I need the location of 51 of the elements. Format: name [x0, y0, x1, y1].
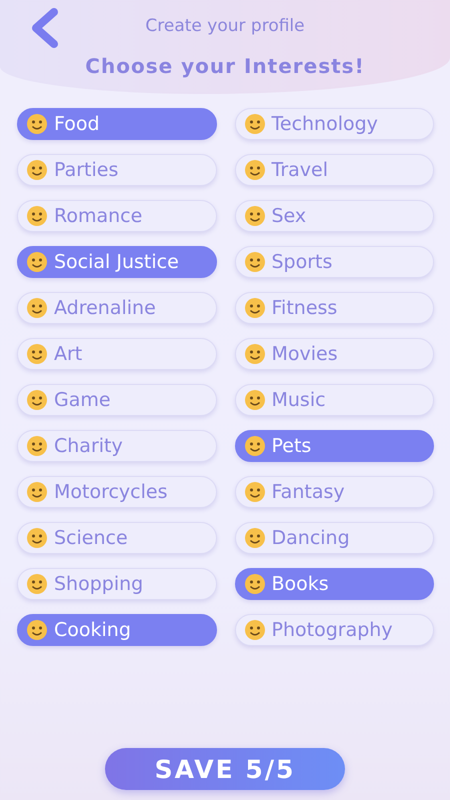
- interest-chip[interactable]: Fantasy: [234, 476, 434, 508]
- emoji-icon: [26, 481, 48, 503]
- emoji-icon: [244, 113, 266, 135]
- emoji-icon: [26, 389, 48, 411]
- interest-chip[interactable]: Fitness: [234, 292, 434, 324]
- emoji-icon: [244, 251, 266, 273]
- emoji-icon: [244, 527, 266, 549]
- emoji-icon: [26, 435, 48, 457]
- interest-chip[interactable]: Pets: [234, 430, 434, 462]
- interest-chip[interactable]: Music: [234, 384, 434, 416]
- emoji-icon: [26, 343, 48, 365]
- interest-chip[interactable]: Dancing: [234, 522, 434, 554]
- emoji-icon: [26, 159, 48, 181]
- emoji-icon: [244, 205, 266, 227]
- interest-chip[interactable]: Books: [234, 568, 434, 600]
- page-subtitle: Create your profile: [145, 16, 305, 36]
- interest-chip[interactable]: Parties: [17, 154, 216, 186]
- save-button[interactable]: SAVE 5/5: [105, 748, 345, 790]
- interest-chip[interactable]: Food: [17, 108, 216, 140]
- emoji-icon: [244, 573, 266, 595]
- interest-chip[interactable]: Photography: [234, 614, 434, 646]
- interest-chip[interactable]: Movies: [234, 338, 434, 370]
- emoji-icon: [244, 619, 266, 641]
- interest-chip[interactable]: Cooking: [17, 614, 216, 646]
- interest-chip[interactable]: Adrenaline: [17, 292, 216, 324]
- page-title: Choose your Interests!: [85, 54, 365, 78]
- interest-chip[interactable]: Charity: [17, 430, 216, 462]
- interest-chip[interactable]: Sex: [234, 200, 434, 232]
- interest-chip[interactable]: Motorcycles: [17, 476, 216, 508]
- interest-chip[interactable]: Technology: [234, 108, 434, 140]
- emoji-icon: [244, 435, 266, 457]
- interest-chip[interactable]: Romance: [17, 200, 216, 232]
- interest-chip[interactable]: Art: [17, 338, 216, 370]
- emoji-icon: [26, 251, 48, 273]
- interest-chip[interactable]: Social Justice: [17, 246, 216, 278]
- interest-chip[interactable]: Sports: [234, 246, 434, 278]
- emoji-icon: [26, 619, 48, 641]
- interest-chip[interactable]: Travel: [234, 154, 434, 186]
- emoji-icon: [244, 159, 266, 181]
- emoji-icon: [244, 343, 266, 365]
- emoji-icon: [26, 205, 48, 227]
- interest-chip[interactable]: Game: [17, 384, 216, 416]
- interest-chip[interactable]: Shopping: [17, 568, 216, 600]
- emoji-icon: [26, 573, 48, 595]
- emoji-icon: [244, 389, 266, 411]
- emoji-icon: [26, 113, 48, 135]
- emoji-icon: [26, 527, 48, 549]
- interest-chip[interactable]: Science: [17, 522, 216, 554]
- emoji-icon: [244, 297, 266, 319]
- emoji-icon: [244, 481, 266, 503]
- emoji-icon: [26, 297, 48, 319]
